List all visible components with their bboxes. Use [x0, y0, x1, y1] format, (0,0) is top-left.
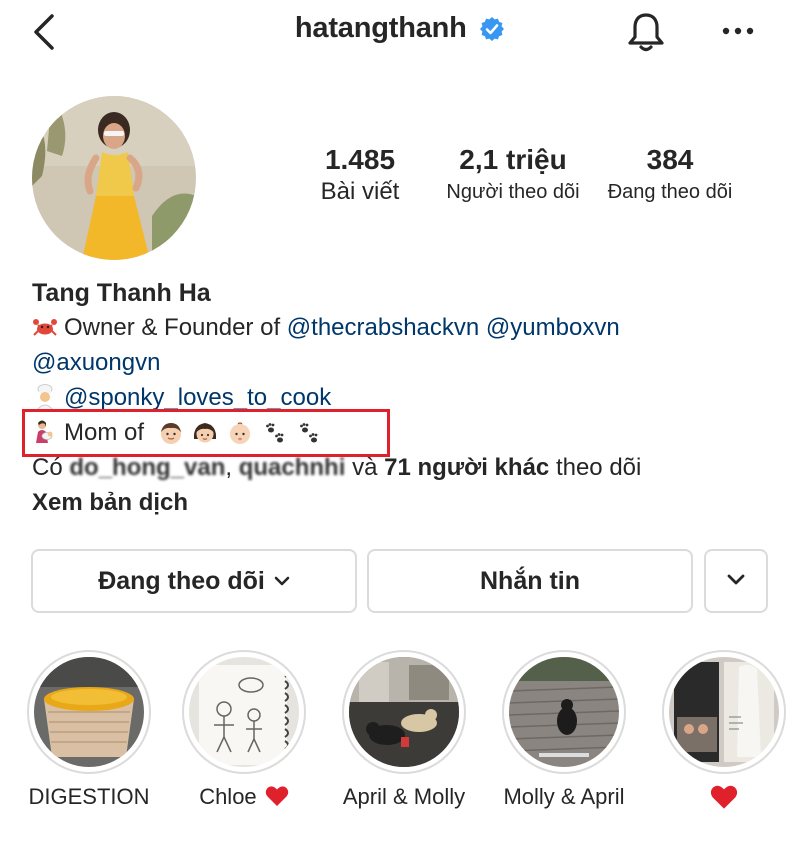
followers-stat[interactable]: 2,1 triệu Người theo dõi	[438, 142, 588, 206]
highlight-label: Chloe	[179, 784, 309, 810]
followed-user-2: quachnhi	[238, 454, 346, 481]
bio-line-owner: Owner & Founder of @thecrabshackvn @yumb…	[32, 310, 772, 345]
followed-suffix: theo dõi	[555, 454, 642, 481]
posts-count: 1.485	[324, 144, 396, 175]
profile-name: Tang Thanh Ha	[32, 279, 211, 307]
followed-and: và	[352, 454, 378, 481]
highlight-cover	[34, 657, 144, 767]
posts-stat[interactable]: 1.485 Bài viết	[300, 142, 420, 206]
highlight-april-molly[interactable]: April & Molly	[339, 650, 469, 810]
mention-sponky-loves-to-cook[interactable]: @sponky_loves_to_cook	[64, 384, 331, 411]
highlight-ring	[662, 650, 786, 774]
following-button[interactable]: Đang theo dõi	[31, 549, 357, 613]
cook-icon	[36, 384, 54, 410]
username-title: hatangthanh	[0, 12, 800, 45]
annotation-highlight-box	[22, 409, 390, 457]
highlight-molly-april[interactable]: Molly & April	[499, 650, 629, 810]
message-button[interactable]: Nhắn tin	[367, 549, 693, 613]
heart-icon	[265, 786, 289, 806]
highlight-label: April & Molly	[342, 784, 466, 809]
following-button-label: Đang theo dõi	[98, 567, 265, 595]
highlight-cover	[669, 657, 779, 767]
more-horizontal-icon	[722, 27, 754, 35]
bio-line-axuong: @axuongvn	[32, 345, 772, 380]
highlight-label	[659, 784, 789, 812]
heart-icon	[710, 785, 738, 809]
highlight-cover	[189, 657, 299, 767]
posts-label: Bài viết	[320, 178, 400, 205]
mention-axuongvn[interactable]: @axuongvn	[32, 349, 160, 376]
owner-text: Owner & Founder of	[64, 314, 281, 341]
more-options-button[interactable]	[718, 16, 758, 46]
followed-user-1: do_hong_van	[69, 454, 226, 481]
highlight-digestion[interactable]: DIGESTION	[24, 650, 154, 810]
following-label: Đang theo dõi	[607, 181, 733, 203]
following-count: 384	[646, 144, 694, 175]
followed-prefix: Có	[32, 454, 63, 481]
highlight-ring	[27, 650, 151, 774]
followed-others: 71 người khác	[384, 454, 550, 481]
username: hatangthanh	[294, 12, 467, 44]
profile-header: hatangthanh	[0, 0, 800, 64]
see-translation-link[interactable]: Xem bản dịch	[32, 485, 772, 520]
followers-label: Người theo dõi	[446, 181, 580, 203]
highlight-ring	[342, 650, 466, 774]
message-button-label: Nhắn tin	[480, 567, 580, 595]
mention-thecrabshackvn[interactable]: @thecrabshackvn	[287, 314, 479, 341]
followers-count: 2,1 triệu	[459, 144, 567, 175]
profile-avatar[interactable]	[32, 96, 196, 260]
highlight-heart[interactable]	[659, 650, 789, 812]
notifications-button[interactable]	[624, 10, 668, 54]
highlight-label: Molly & April	[503, 784, 625, 809]
highlight-chloe[interactable]: Chloe	[179, 650, 309, 810]
verified-badge-icon	[480, 16, 505, 41]
chevron-down-icon	[727, 574, 745, 585]
highlight-cover	[349, 657, 459, 767]
mention-yumboxvn[interactable]: @yumboxvn	[486, 314, 620, 341]
avatar-photo	[32, 96, 196, 260]
bell-icon	[628, 13, 664, 52]
following-stat[interactable]: 384 Đang theo dõi	[596, 142, 744, 206]
highlight-ring	[502, 650, 626, 774]
highlight-label: DIGESTION	[28, 784, 150, 809]
profile-bio: Tang Thanh Ha Owner & Founder of @thecra…	[32, 276, 772, 520]
chevron-down-icon	[274, 576, 290, 586]
highlight-ring	[182, 650, 306, 774]
crab-icon	[33, 319, 57, 336]
suggested-accounts-button[interactable]	[704, 549, 768, 613]
highlight-cover	[509, 657, 619, 767]
